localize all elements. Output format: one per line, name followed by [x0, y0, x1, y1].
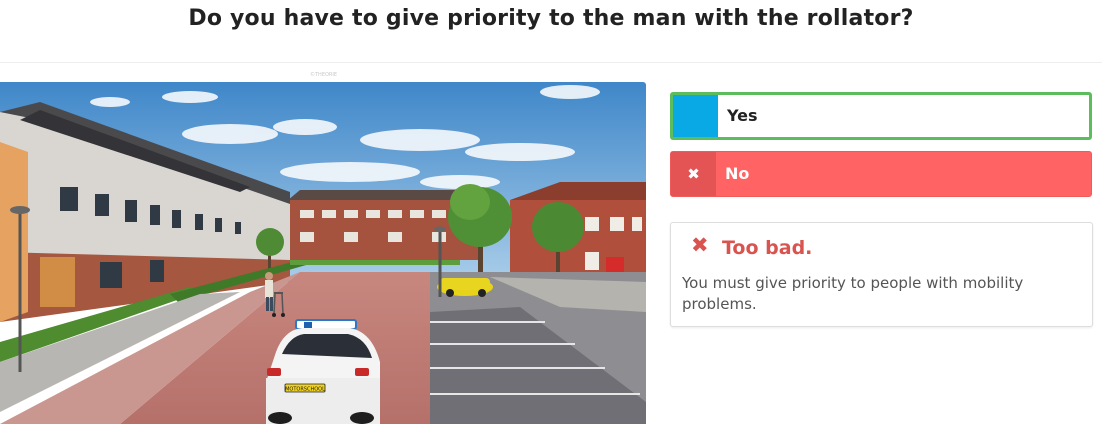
answer-no-button[interactable]: ✖ No [670, 151, 1092, 197]
feedback-title: Too bad. [722, 237, 813, 259]
image-watermark: ©THEORIE [310, 72, 338, 78]
error-icon: ✖ [691, 233, 709, 257]
answer-yes-button[interactable]: Yes [670, 92, 1092, 140]
question-title: Do you have to give priority to the man … [188, 6, 914, 31]
feedback-panel: ✖ Too bad. You must give priority to peo… [670, 222, 1093, 327]
close-icon: ✖ [671, 152, 716, 196]
answer-no-label: No [725, 164, 750, 183]
question-image: MOTORSCHOOL [0, 82, 646, 424]
license-plate-text: MOTORSCHOOL [285, 387, 325, 393]
feedback-explanation: You must give priority to people with mo… [682, 274, 1024, 313]
answer-yes-marker [673, 95, 718, 137]
question-header: Do you have to give priority to the man … [0, 0, 1102, 63]
answer-yes-label: Yes [727, 106, 758, 125]
